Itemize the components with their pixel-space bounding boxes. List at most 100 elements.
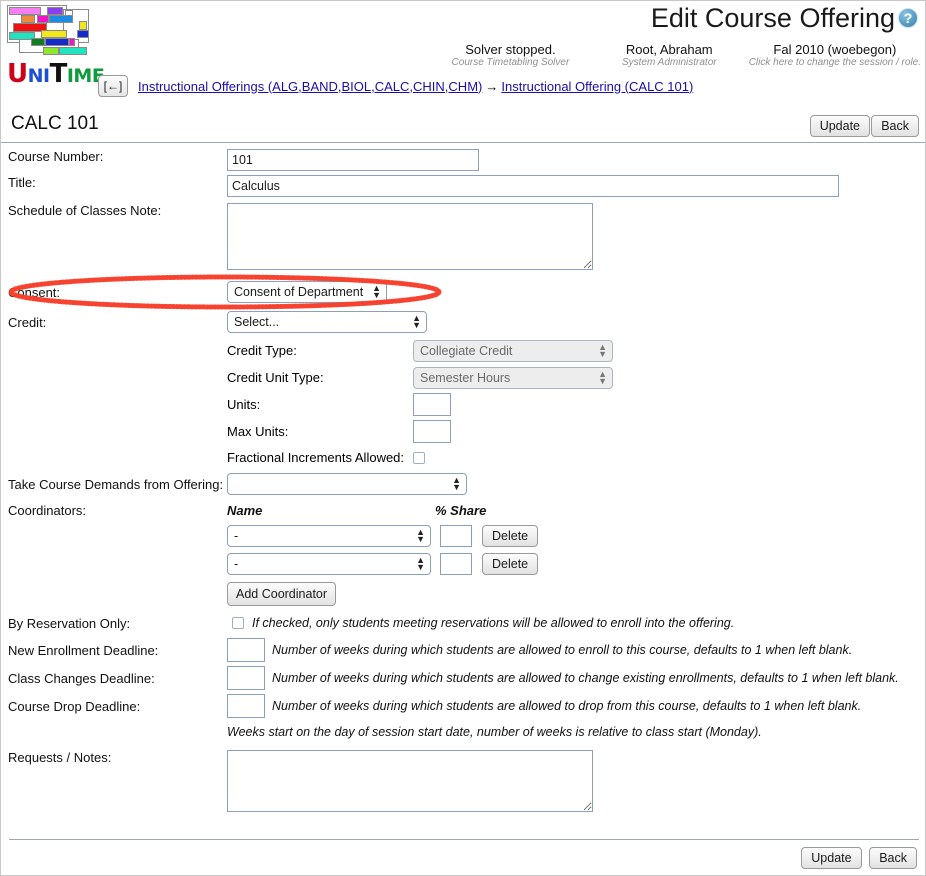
label-coordinators: Coordinators: xyxy=(8,502,87,518)
hint-course-drop-deadline: Number of weeks during which students ar… xyxy=(272,699,862,713)
coordinator-name-select-2[interactable]: - xyxy=(227,553,431,575)
row-title: Title: xyxy=(1,175,925,203)
status-user-sub: System Administrator xyxy=(621,57,717,69)
coordinator-name-select-wrap-1: - ▲ ▼ xyxy=(227,525,431,547)
credit-select-wrap: Select... ▲ ▼ xyxy=(227,311,427,333)
label-requests-notes: Requests / Notes: xyxy=(8,750,112,765)
back-button-bottom[interactable]: Back xyxy=(869,847,917,869)
status-user: Root, Abraham System Administrator xyxy=(590,42,749,69)
label-max-units: Max Units: xyxy=(227,424,289,439)
label-new-enrollment-deadline: New Enrollment Deadline: xyxy=(8,642,159,658)
row-credit-type: Credit Type: Collegiate Credit ▲ ▼ xyxy=(1,337,925,364)
row-credit-unit-type: Credit Unit Type: Semester Hours ▲ ▼ xyxy=(1,364,925,391)
coordinator-name-select-1[interactable]: - xyxy=(227,525,431,547)
breadcrumb-trail: Instructional Offerings (ALG,BAND,BIOL,C… xyxy=(138,79,693,94)
label-credit-unit-type: Credit Unit Type: xyxy=(227,370,324,385)
row-take-course-demands: Take Course Demands from Offering: ▲ ▼ xyxy=(1,470,925,498)
breadcrumb-separator: → xyxy=(485,78,499,94)
row-weeks-note: Weeks start on the day of session start … xyxy=(1,720,925,742)
course-header-row: CALC 101 Update Back xyxy=(1,111,925,143)
units-input[interactable] xyxy=(413,393,451,416)
consent-select[interactable]: Consent of Department xyxy=(227,281,387,303)
credit-unit-type-select-wrap: Semester Hours ▲ ▼ xyxy=(413,366,613,389)
label-units: Units: xyxy=(227,397,261,412)
table-row: - ▲ ▼ Delete xyxy=(1,550,925,578)
logo-grid-icon xyxy=(7,5,93,59)
class-changes-deadline-input[interactable] xyxy=(227,666,265,690)
add-coordinator-button[interactable]: Add Coordinator xyxy=(227,582,337,606)
column-header-share: % Share xyxy=(435,502,487,518)
coordinator-share-input-1[interactable] xyxy=(440,525,472,547)
unitime-logo: UNITIME xyxy=(7,5,105,87)
footer-divider xyxy=(9,839,919,840)
credit-type-select[interactable]: Collegiate Credit xyxy=(413,339,613,362)
label-fractional-increments: Fractional Increments Allowed: xyxy=(227,450,405,465)
label-by-reservation-only: By Reservation Only: xyxy=(8,615,131,631)
row-schedule-note: Schedule of Classes Note: xyxy=(1,203,925,277)
hint-new-enrollment-deadline: Number of weeks during which students ar… xyxy=(272,643,853,657)
row-credit: Credit: Select... ▲ ▼ xyxy=(1,307,925,337)
column-header-name: Name xyxy=(227,502,263,518)
status-session-main: Fal 2010 (woebegon) xyxy=(773,42,897,57)
take-course-demands-select[interactable] xyxy=(227,473,467,495)
row-requests-notes: Requests / Notes: xyxy=(1,750,925,820)
credit-select[interactable]: Select... xyxy=(227,311,427,333)
course-code-title: CALC 101 xyxy=(11,113,99,134)
status-solver-main: Solver stopped. xyxy=(465,42,556,57)
row-add-coordinator: Add Coordinator xyxy=(1,578,925,610)
label-consent: Consent: xyxy=(8,284,61,300)
status-user-main: Root, Abraham xyxy=(625,42,713,57)
weeks-note-text: Weeks start on the day of session start … xyxy=(227,724,762,739)
row-fractional-increments: Fractional Increments Allowed: xyxy=(1,445,925,470)
title-input[interactable] xyxy=(227,175,839,197)
row-units: Units: xyxy=(1,391,925,418)
hint-class-changes-deadline: Number of weeks during which students ar… xyxy=(272,671,899,685)
label-credit-type: Credit Type: xyxy=(227,343,297,358)
footer-actions: Update Back xyxy=(797,847,917,869)
fractional-increments-checkbox[interactable] xyxy=(413,451,425,464)
delete-coordinator-button-2[interactable]: Delete xyxy=(482,553,539,575)
max-units-input[interactable] xyxy=(413,420,451,443)
row-by-reservation-only: By Reservation Only: If checked, only st… xyxy=(1,610,925,636)
label-course-drop-deadline: Course Drop Deadline: xyxy=(8,698,141,714)
page-header: UNITIME Edit Course Offering ? Solver st… xyxy=(1,1,925,101)
credit-unit-type-select[interactable]: Semester Hours xyxy=(413,366,613,389)
status-solver-sub: Course Timetabling Solver xyxy=(451,57,570,69)
edit-course-offering-page: UNITIME Edit Course Offering ? Solver st… xyxy=(0,0,926,876)
delete-coordinator-button-1[interactable]: Delete xyxy=(482,525,539,547)
update-button-top[interactable]: Update xyxy=(809,115,870,137)
label-course-number: Course Number: xyxy=(8,149,104,164)
page-title: Edit Course Offering xyxy=(650,3,895,33)
consent-select-wrap: Consent of Department ▲ ▼ xyxy=(227,281,387,303)
breadcrumb-link-instructional-offering[interactable]: Instructional Offering (CALC 101) xyxy=(501,79,693,94)
credit-type-select-wrap: Collegiate Credit ▲ ▼ xyxy=(413,339,613,362)
label-take-course-demands: Take Course Demands from Offering: xyxy=(8,476,224,492)
course-number-input[interactable] xyxy=(227,149,479,171)
course-drop-deadline-input[interactable] xyxy=(227,694,265,718)
by-reservation-only-checkbox[interactable] xyxy=(232,617,244,629)
status-solver: Solver stopped. Course Timetabling Solve… xyxy=(431,42,590,69)
row-course-number: Course Number: xyxy=(1,149,925,175)
coordinator-name-select-wrap-2: - ▲ ▼ xyxy=(227,553,431,575)
hint-by-reservation-only: If checked, only students meeting reserv… xyxy=(252,616,735,630)
label-title: Title: xyxy=(8,175,36,190)
requests-notes-textarea[interactable] xyxy=(227,750,593,812)
row-max-units: Max Units: xyxy=(1,418,925,445)
label-class-changes-deadline: Class Changes Deadline: xyxy=(8,670,155,686)
take-course-demands-select-wrap: ▲ ▼ xyxy=(227,473,467,495)
coordinator-share-input-2[interactable] xyxy=(440,553,472,575)
label-credit: Credit: xyxy=(8,314,47,330)
label-schedule-note: Schedule of Classes Note: xyxy=(8,203,162,218)
row-consent: Consent: Consent of Department ▲ ▼ xyxy=(1,277,925,307)
row-class-changes-deadline: Class Changes Deadline: Number of weeks … xyxy=(1,664,925,692)
back-button-top[interactable]: Back xyxy=(871,115,919,137)
back-arrow-button[interactable]: [←] xyxy=(98,75,128,97)
table-row: - ▲ ▼ Delete xyxy=(1,522,925,550)
schedule-note-textarea[interactable] xyxy=(227,203,593,270)
status-session[interactable]: Fal 2010 (woebegon) Click here to change… xyxy=(749,42,921,68)
row-coordinators-header: Coordinators: Name % Share xyxy=(1,498,925,522)
breadcrumb-link-instructional-offerings[interactable]: Instructional Offerings (ALG,BAND,BIOL,C… xyxy=(138,79,482,94)
update-button-bottom[interactable]: Update xyxy=(801,847,862,869)
new-enrollment-deadline-input[interactable] xyxy=(227,638,265,662)
help-icon[interactable]: ? xyxy=(898,8,918,28)
